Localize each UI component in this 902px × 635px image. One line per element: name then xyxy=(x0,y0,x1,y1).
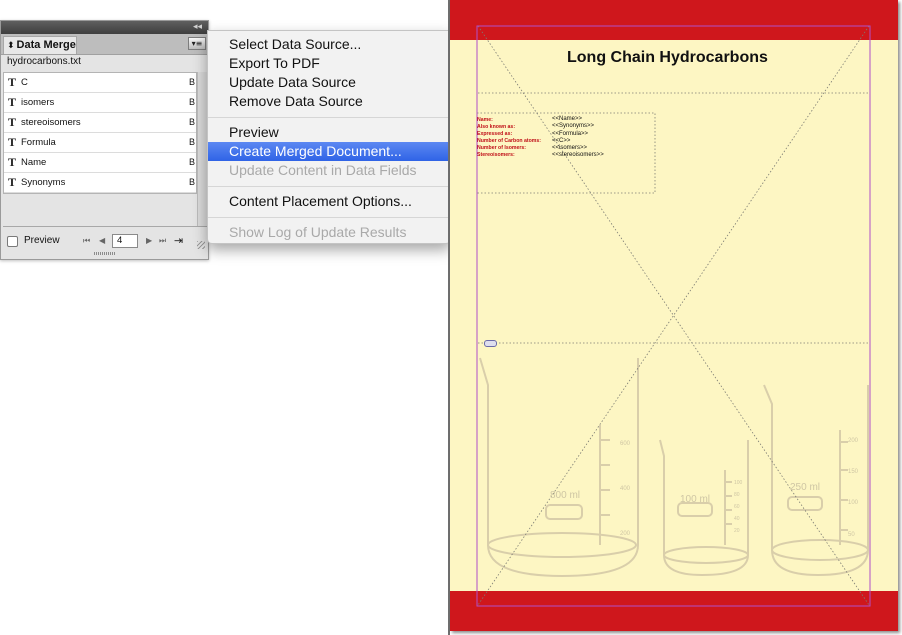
field-name: C xyxy=(21,77,28,88)
scale-label: 50 xyxy=(848,532,855,538)
link-icon[interactable] xyxy=(484,340,497,347)
menu-separator xyxy=(208,117,450,118)
scale-label: 20 xyxy=(734,528,740,534)
field-name: isomers xyxy=(21,97,55,108)
resize-grip-icon[interactable] xyxy=(197,241,205,249)
field-type: B xyxy=(188,177,195,187)
field-name: stereoisomers xyxy=(21,117,81,128)
document-title[interactable]: Long Chain Hydrocarbons xyxy=(567,49,768,67)
field-row[interactable]: T Formula B xyxy=(4,133,196,153)
panel-title-bar[interactable]: ◂◂ xyxy=(1,21,208,34)
field-list-scrollbar[interactable] xyxy=(197,72,207,226)
field-labels-block[interactable]: Name: Also known as: Expressed as: Numbe… xyxy=(477,117,541,159)
first-record-icon[interactable]: ⏮ xyxy=(83,235,90,247)
menu-item-export-to-pdf[interactable]: Export To PDF xyxy=(208,54,450,73)
beaker-label-800: 800 ml xyxy=(550,490,580,501)
beaker-illustration xyxy=(479,357,869,578)
field-row[interactable]: T Name B xyxy=(4,153,196,173)
field-row[interactable]: T C B xyxy=(4,73,196,93)
menu-separator xyxy=(208,217,450,218)
preview-checkbox[interactable] xyxy=(7,236,18,247)
menu-separator xyxy=(208,186,450,187)
footer-divider xyxy=(3,226,208,227)
label-isomers: Number of Isomers: xyxy=(477,145,527,151)
text-field-icon: T xyxy=(8,175,17,189)
beaker-text: 800 ml 100 ml 250 ml 600 400 200 100 80 … xyxy=(550,438,859,538)
menu-item-create-merged-document[interactable]: Create Merged Document... xyxy=(208,142,450,161)
placeholder-c: <<C>> xyxy=(552,137,571,144)
preview-label: Preview xyxy=(24,235,60,246)
placeholder-stereoisomers: <<stereoisomers>> xyxy=(552,152,604,159)
text-field-icon: T xyxy=(8,115,17,129)
scale-label: 100 xyxy=(734,480,743,486)
collapse-panel-icon[interactable]: ◂◂ xyxy=(193,21,202,34)
field-row[interactable]: T stereoisomers B xyxy=(4,113,196,133)
scale-label: 60 xyxy=(734,504,740,510)
label-stereoisomers: Stereoisomers: xyxy=(477,152,515,158)
beaker-label-100: 100 ml xyxy=(680,494,710,505)
next-record-icon[interactable]: ▶ xyxy=(146,235,152,247)
placeholder-formula: <<Formula>> xyxy=(552,130,589,137)
text-field-icon: T xyxy=(8,75,17,89)
menu-item-show-log-of-update-results[interactable]: Show Log of Update Results xyxy=(208,223,450,242)
field-type: B xyxy=(188,117,195,127)
field-row[interactable]: T Synonyms B xyxy=(4,173,196,193)
previous-record-icon[interactable]: ◀ xyxy=(99,235,105,247)
scale-label: 100 xyxy=(848,500,859,506)
label-expressed-as: Expressed as: xyxy=(477,131,513,137)
text-field-icon: T xyxy=(8,95,17,109)
scale-label: 200 xyxy=(620,531,631,537)
label-also-known-as: Also known as: xyxy=(477,124,516,130)
document-page[interactable]: 800 ml 100 ml 250 ml 600 400 200 100 80 … xyxy=(450,0,898,631)
page-graphics: 800 ml 100 ml 250 ml 600 400 200 100 80 … xyxy=(476,25,871,607)
field-type: B xyxy=(188,137,195,147)
tab-label: Data Merge xyxy=(16,39,76,51)
menu-item-update-data-source[interactable]: Update Data Source xyxy=(208,73,450,92)
panel-menu-button[interactable]: ▾≡ xyxy=(188,37,206,50)
scale-label: 400 xyxy=(620,486,631,492)
record-number-field[interactable]: 4 xyxy=(112,234,138,248)
frame-diagonals xyxy=(476,25,870,606)
scale-label: 80 xyxy=(734,492,740,498)
field-name: Formula xyxy=(21,137,56,148)
tab-data-merge[interactable]: ⬍ Data Merge xyxy=(3,36,77,54)
field-type: B xyxy=(188,157,195,167)
scale-label: 200 xyxy=(848,438,859,444)
data-merge-flyout-menu: Select Data Source... Export To PDF Upda… xyxy=(207,30,451,244)
placeholder-synonyms: <<Synonyms>> xyxy=(552,123,595,130)
label-carbon-atoms: Number of Carbon atoms: xyxy=(477,138,541,144)
data-source-filename: hydrocarbons.txt xyxy=(7,56,81,67)
field-name: Synonyms xyxy=(21,177,66,188)
last-record-icon[interactable]: ⏭ xyxy=(159,235,166,247)
create-merged-document-icon[interactable]: ⇥ xyxy=(174,234,183,248)
field-type: B xyxy=(188,97,195,107)
tab-updown-icon: ⬍ xyxy=(7,41,15,51)
menu-item-update-content-in-data-fields[interactable]: Update Content in Data Fields xyxy=(208,161,450,180)
panel-tab-bar: ⬍ Data Merge ▾≡ xyxy=(1,34,208,55)
text-field-icon: T xyxy=(8,155,17,169)
placeholders-block[interactable]: <<Name>> <<Synonyms>> <<Formula>> <<C>> … xyxy=(552,116,604,160)
panel-drag-grip[interactable] xyxy=(94,252,116,255)
scale-label: 150 xyxy=(848,469,859,475)
margin-guide xyxy=(476,25,871,607)
scale-label: 600 xyxy=(620,441,631,447)
field-name: Name xyxy=(21,157,47,168)
data-merge-panel: ◂◂ ⬍ Data Merge ▾≡ hydrocarbons.txt T C B… xyxy=(0,20,209,260)
label-name: Name: xyxy=(477,117,493,123)
menu-item-content-placement-options[interactable]: Content Placement Options... xyxy=(208,192,450,211)
placeholder-isomers: <<isomers>> xyxy=(552,145,588,152)
beaker-label-250: 250 ml xyxy=(790,482,820,493)
field-type: B xyxy=(188,77,195,87)
placeholder-name: <<Name>> xyxy=(552,116,583,122)
data-field-list: T C B T isomers B T stereoisomers B T Fo… xyxy=(3,72,197,194)
menu-item-remove-data-source[interactable]: Remove Data Source xyxy=(208,92,450,111)
field-row[interactable]: T isomers B xyxy=(4,93,196,113)
menu-item-preview[interactable]: Preview xyxy=(208,123,450,142)
scale-label: 40 xyxy=(734,516,740,522)
menu-item-select-data-source[interactable]: Select Data Source... xyxy=(208,35,450,54)
text-field-icon: T xyxy=(8,135,17,149)
